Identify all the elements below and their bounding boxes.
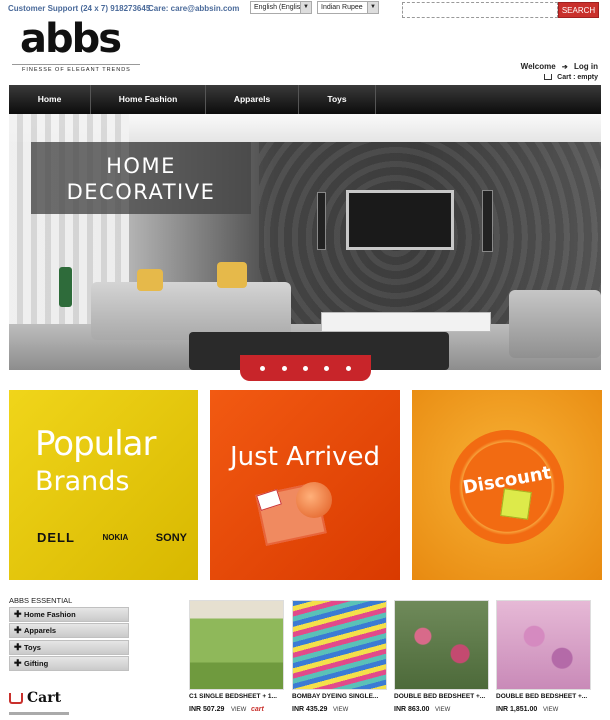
product-image[interactable]: [292, 600, 387, 690]
main-nav: Home Home Fashion Apparels Toys: [9, 85, 601, 114]
sidebar-item-label: Home Fashion: [24, 610, 76, 619]
hero-speaker-left: [317, 192, 326, 250]
view-link[interactable]: VIEW: [231, 707, 246, 713]
just-arrived-title: Just Arrived: [230, 442, 380, 472]
currency-select[interactable]: Indian Rupee ▼: [317, 1, 379, 14]
hero-banner[interactable]: HOME DECORATIVE: [9, 114, 601, 370]
slider-dot[interactable]: [281, 365, 287, 371]
cart-label: Cart :: [557, 74, 576, 81]
hero-television: [346, 190, 454, 250]
cart-box-divider: [9, 712, 69, 715]
chevron-down-icon: ▼: [300, 2, 311, 13]
cart-box-title: Cart: [9, 690, 61, 706]
hero-speaker-right: [482, 190, 493, 252]
welcome-login: Welcome ➔ Log in: [521, 62, 598, 71]
cart-icon: [544, 74, 553, 81]
nav-home[interactable]: Home: [9, 85, 91, 114]
sidebar-title: ABBS ESSENTIAL: [9, 596, 73, 605]
hero-pillow: [217, 262, 247, 288]
plus-icon: ✚: [14, 642, 22, 652]
dell-logo: DELL: [37, 530, 75, 545]
product-name[interactable]: C1 SINGLE BEDSHEET + 1...: [189, 693, 284, 700]
product-image[interactable]: [189, 600, 284, 690]
nav-toys[interactable]: Toys: [299, 85, 376, 114]
hero-caption-line1: HOME: [106, 154, 176, 178]
sidebar-item-label: Gifting: [24, 659, 49, 668]
product-price: INR 1,851.00: [496, 706, 538, 713]
chevron-down-icon: ▼: [367, 2, 378, 13]
hero-vase: [59, 267, 72, 307]
customer-support-text: Customer Support (24 x 7) 918273645: [8, 4, 151, 13]
sidebar-item-apparels[interactable]: ✚ Apparels: [9, 623, 129, 638]
sidebar-item-home-fashion[interactable]: ✚ Home Fashion: [9, 607, 129, 622]
product-card[interactable]: DOUBLE BED BEDSHEET +... INR 1,851.00 VI…: [496, 600, 591, 720]
plus-icon: ✚: [14, 658, 22, 668]
logo-divider: [12, 64, 140, 65]
discount-badge: Discount: [450, 430, 564, 544]
cart-status: empty: [577, 74, 598, 81]
product-card[interactable]: C1 SINGLE BEDSHEET + 1... INR 507.29 VIE…: [189, 600, 284, 720]
sidebar-item-toys[interactable]: ✚ Toys: [9, 640, 129, 655]
plus-icon: ✚: [14, 609, 22, 619]
product-name[interactable]: BOMBAY DYEING SINGLE...: [292, 693, 387, 700]
language-select-value: English (English): [254, 4, 307, 11]
product-card[interactable]: BOMBAY DYEING SINGLE... INR 435.29 VIEW: [292, 600, 387, 720]
view-link[interactable]: VIEW: [543, 707, 558, 713]
sidebar-item-label: Apparels: [24, 626, 57, 635]
login-link[interactable]: Log in: [574, 62, 598, 71]
site-logo[interactable]: abbs FINESSE OF ELEGANT TRENDS: [12, 16, 140, 74]
cart-icon: [9, 692, 23, 704]
welcome-text: Welcome: [520, 62, 556, 71]
view-link[interactable]: VIEW: [435, 707, 450, 713]
product-card[interactable]: DOUBLE BED BEDSHEET +... INR 863.00 VIEW: [394, 600, 489, 720]
ball-icon: [296, 482, 332, 518]
nokia-logo: NOKIA: [102, 533, 129, 542]
product-price: INR 507.29: [189, 706, 225, 713]
product-image[interactable]: [394, 600, 489, 690]
care-email-text[interactable]: Care: care@abbsin.com: [148, 4, 239, 13]
slider-pagination: [240, 355, 371, 381]
view-link[interactable]: VIEW: [333, 707, 348, 713]
add-to-cart-link[interactable]: cart: [251, 706, 264, 713]
product-image[interactable]: [496, 600, 591, 690]
popular-brands-tile[interactable]: Popular Brands DELL NOKIA SONY: [9, 390, 198, 580]
popular-brands-title-line2: Brands: [35, 466, 130, 497]
slider-dot[interactable]: [324, 365, 330, 371]
logo-wordmark: abbs: [20, 16, 122, 62]
sidebar-item-gifting[interactable]: ✚ Gifting: [9, 656, 129, 671]
currency-select-value: Indian Rupee: [321, 4, 363, 11]
search-button[interactable]: SEARCH: [558, 2, 599, 18]
hero-pillow: [137, 269, 163, 291]
plus-icon: ✚: [14, 625, 22, 635]
header-cart-summary[interactable]: Cart : empty: [544, 74, 598, 81]
product-price: INR 863.00: [394, 706, 430, 713]
sony-logo: SONY: [155, 531, 187, 544]
popular-brands-title-line1: Popular: [35, 424, 156, 464]
product-name[interactable]: DOUBLE BED BEDSHEET +...: [394, 693, 489, 700]
shopping-bag-icon: [500, 488, 532, 520]
logo-tagline: FINESSE OF ELEGANT TRENDS: [22, 67, 131, 73]
arrow-right-icon: ➔: [561, 64, 568, 71]
language-select[interactable]: English (English) ▼: [250, 1, 312, 14]
hero-tv-table: [321, 312, 491, 332]
slider-dot[interactable]: [302, 365, 308, 371]
discount-tile[interactable]: Discount: [412, 390, 602, 580]
hero-armchair: [509, 290, 601, 358]
slider-dot[interactable]: [260, 365, 266, 371]
brand-logos: DELL NOKIA SONY: [37, 530, 187, 545]
nav-apparels[interactable]: Apparels: [206, 85, 299, 114]
nav-home-fashion[interactable]: Home Fashion: [91, 85, 206, 114]
cart-box-label: Cart: [27, 690, 62, 706]
search-input[interactable]: [402, 2, 558, 18]
hero-caption-line2: DECORATIVE: [66, 180, 216, 204]
just-arrived-tile[interactable]: Just Arrived: [210, 390, 400, 580]
hero-caption: HOME DECORATIVE: [31, 142, 251, 214]
product-name[interactable]: DOUBLE BED BEDSHEET +...: [496, 693, 591, 700]
sidebar-item-label: Toys: [24, 643, 41, 652]
slider-dot[interactable]: [345, 365, 351, 371]
product-price: INR 435.29: [292, 706, 328, 713]
